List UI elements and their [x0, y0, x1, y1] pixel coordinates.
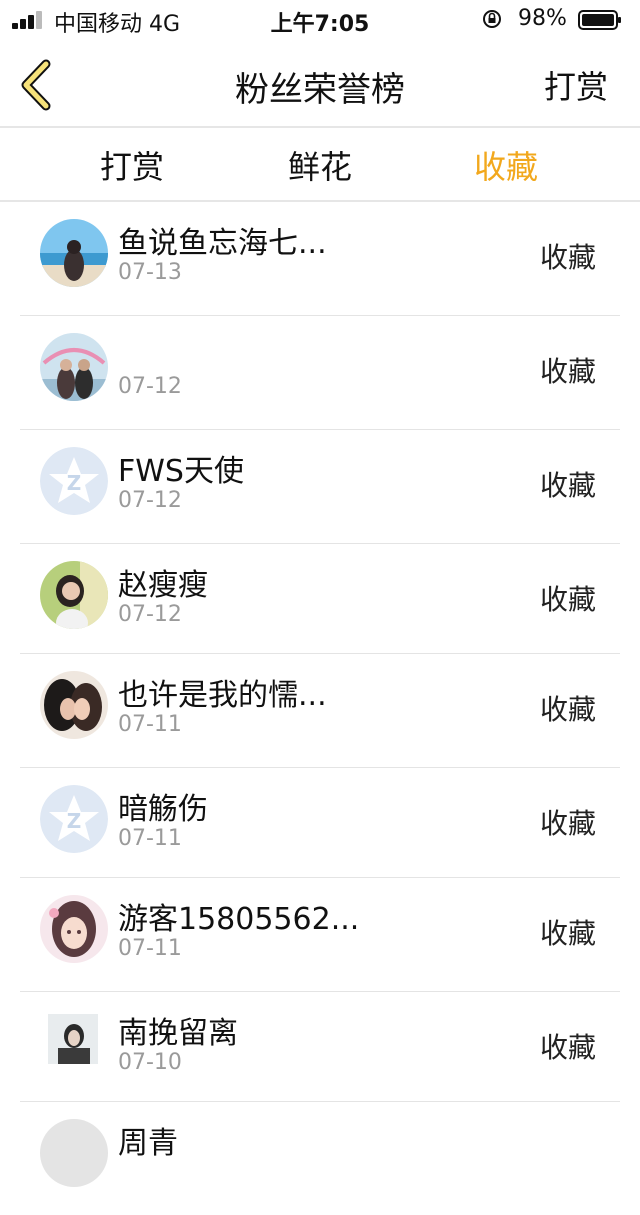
fan-date: 07-11 — [118, 826, 182, 851]
action-label: 收藏 — [539, 807, 596, 840]
tab-reward[interactable]: 打赏 — [100, 142, 164, 188]
list-item[interactable]: 南挽留离 07-10 收藏 — [20, 992, 620, 1102]
fan-name: 南挽留离 — [118, 1016, 238, 1051]
list-item[interactable]: 游客15805562... 07-11 收藏 — [20, 878, 620, 992]
svg-text:Z: Z — [67, 471, 82, 495]
avatar — [48, 1014, 98, 1064]
list-item[interactable]: 07-12 收藏 — [20, 316, 620, 430]
fan-date: 07-13 — [118, 260, 182, 285]
list-item[interactable]: 也许是我的懦... 07-11 收藏 — [20, 654, 620, 768]
action-label: 收藏 — [539, 693, 596, 726]
nav-bar: 粉丝荣誉榜 打赏 — [0, 44, 640, 128]
svg-text:Z: Z — [67, 809, 82, 833]
reward-button[interactable]: 打赏 — [544, 62, 608, 108]
action-label: 收藏 — [539, 241, 596, 274]
status-bar: 中国移动 4G 上午7:05 98% — [0, 0, 640, 40]
fan-list: 鱼说鱼忘海七... 07-13 收藏 07-12 收藏 Z FWS天使 07-1… — [0, 202, 640, 1215]
fan-date: 07-12 — [118, 374, 182, 399]
battery-icon — [578, 10, 621, 30]
list-item[interactable]: 鱼说鱼忘海七... 07-13 收藏 — [20, 202, 620, 316]
action-label: 收藏 — [539, 469, 596, 502]
list-item[interactable]: 赵瘦瘦 07-12 收藏 — [20, 544, 620, 654]
tab-favorites[interactable]: 收藏 — [474, 142, 538, 188]
default-avatar-icon: Z — [40, 447, 108, 515]
battery-percent: 98% — [518, 6, 567, 31]
fan-date: 07-11 — [118, 712, 182, 737]
avatar — [40, 219, 108, 287]
list-item[interactable]: 周青 — [20, 1102, 620, 1215]
fan-date: 07-12 — [118, 488, 182, 513]
fan-date: 07-10 — [118, 1050, 182, 1075]
fan-date: 07-12 — [118, 602, 182, 627]
fan-date: 07-11 — [118, 936, 182, 961]
fan-name: FWS天使 — [118, 454, 244, 489]
list-item[interactable]: Z FWS天使 07-12 收藏 — [20, 430, 620, 544]
tab-flowers[interactable]: 鲜花 — [288, 142, 352, 188]
fan-name: 也许是我的懦... — [118, 678, 327, 713]
action-label: 收藏 — [539, 1031, 596, 1064]
action-label: 收藏 — [539, 355, 596, 388]
action-label: 收藏 — [539, 583, 596, 616]
fan-name: 周青 — [118, 1126, 178, 1161]
tab-bar: 打赏 鲜花 收藏 — [0, 128, 640, 202]
avatar — [40, 671, 108, 739]
list-item[interactable]: Z 暗觞伤 07-11 收藏 — [20, 768, 620, 878]
default-avatar-icon: Z — [40, 785, 108, 853]
fan-name: 赵瘦瘦 — [118, 568, 208, 603]
avatar — [40, 1119, 108, 1187]
action-label: 收藏 — [539, 917, 596, 950]
avatar — [40, 561, 108, 629]
fan-name: 鱼说鱼忘海七... — [118, 226, 327, 261]
rotation-lock-icon — [483, 10, 501, 28]
fan-name: 暗觞伤 — [118, 792, 208, 827]
fan-name: 游客15805562... — [118, 902, 360, 937]
avatar — [40, 895, 108, 963]
avatar — [40, 333, 108, 401]
